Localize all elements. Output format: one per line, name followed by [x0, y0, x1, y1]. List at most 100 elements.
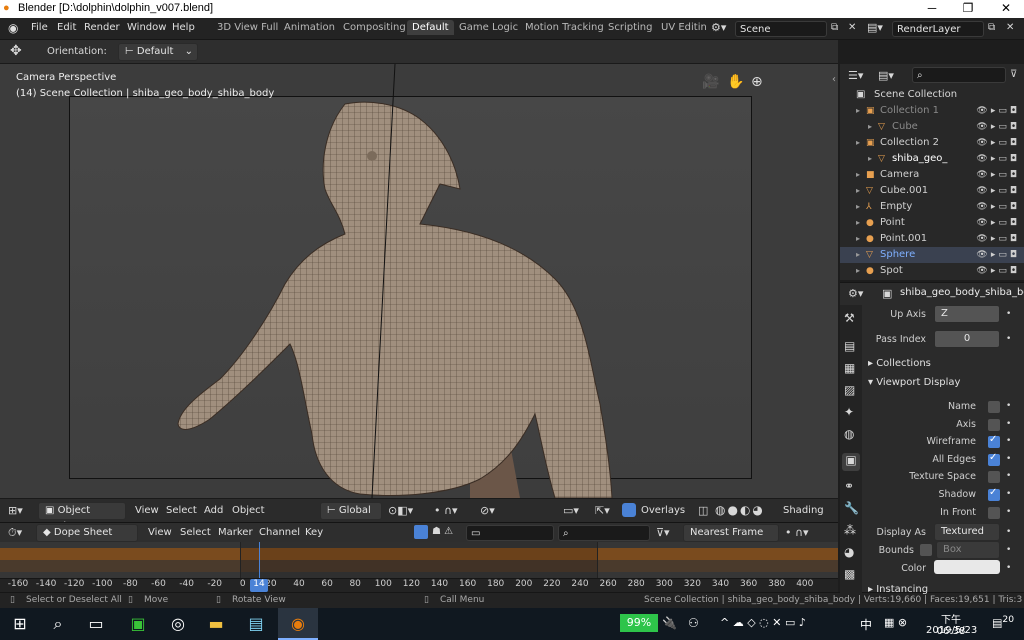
color-anim-icon[interactable]: •	[1006, 563, 1011, 573]
tab-motion-tracking[interactable]: Motion Tracking	[525, 22, 604, 33]
tab-scripting[interactable]: Scripting	[608, 22, 652, 33]
checkbox-anim-icon[interactable]: •	[1006, 489, 1011, 499]
instancing-panel-header[interactable]: ▸ Instancing	[868, 584, 928, 595]
checkbox-anim-icon[interactable]: •	[1006, 401, 1011, 411]
object-tab-icon[interactable]: ▣	[842, 453, 860, 471]
viewport-side-arrow-icon[interactable]: ‹	[832, 74, 836, 85]
output-tab-icon[interactable]: ▦	[844, 361, 855, 375]
snap-mode-dropdown[interactable]: Nearest Frame	[683, 524, 779, 542]
transform-orientation-dropdown[interactable]: ⊢ Global	[320, 502, 382, 520]
tab-compositing[interactable]: Compositing	[343, 22, 406, 33]
checkbox-anim-icon[interactable]: •	[1006, 454, 1011, 464]
modifier-tab-icon[interactable]: 🔧	[844, 501, 859, 515]
shading-modes-icon[interactable]: ◍●◐◕	[715, 503, 765, 517]
expand-arrow-icon[interactable]: ▸	[856, 135, 860, 151]
outliner-item[interactable]: ▸ ▽ Sphere 👁▸▭◘	[840, 247, 1024, 263]
color-swatch[interactable]	[934, 560, 1000, 574]
notification-icon[interactable]: ▤20	[992, 614, 1014, 630]
visibility-toggles-icon[interactable]: 👁▸▭◘	[976, 167, 1020, 183]
dope-menu-key[interactable]: Key	[305, 527, 323, 538]
scene-remove-icon[interactable]: ✕	[848, 22, 856, 33]
expand-arrow-icon[interactable]: ▸	[856, 103, 860, 119]
dope-menu-channel[interactable]: Channel	[259, 527, 300, 538]
outliner-item[interactable]: ▸ ▽ shiba_geo_ 👁▸▭◘	[840, 151, 1024, 167]
pass-index-field[interactable]: 0	[934, 330, 1000, 348]
timeline-ruler[interactable]: -160 -140 -120 -100 -80 -60 -40 -20 0 20 40 60 80 100…	[0, 578, 838, 592]
tab-animation[interactable]: Animation	[284, 22, 335, 33]
display-checkbox[interactable]	[988, 487, 1000, 501]
view-layer-tab-icon[interactable]: ▨	[844, 383, 855, 397]
outliner-item[interactable]: ▸ ● Spot 👁▸▭◘	[840, 263, 1024, 279]
menu-render[interactable]: Render	[84, 22, 120, 33]
viewport-display-panel-header[interactable]: ▾ Viewport Display	[868, 377, 960, 388]
scene-tab-icon[interactable]: ✦	[844, 405, 854, 419]
dope-editor-icon[interactable]: ⏱▾	[8, 526, 22, 540]
tab-3d-view-full[interactable]: 3D View Full	[217, 22, 278, 33]
expand-arrow-icon[interactable]: ▸	[856, 167, 860, 183]
expand-arrow-icon[interactable]: ▸	[868, 119, 872, 135]
display-checkbox[interactable]	[988, 434, 1000, 449]
windows-start-icon[interactable]: ⊞	[0, 608, 40, 640]
vp-menu-add[interactable]: Add	[204, 505, 223, 516]
render-layer-icon[interactable]: ▤▾	[867, 21, 883, 34]
visibility-toggles-icon[interactable]: 👁▸▭◘	[976, 135, 1020, 151]
expand-arrow-icon[interactable]: ▸	[856, 183, 860, 199]
taskbar-search-icon[interactable]: ⌕	[38, 608, 78, 640]
dope-menu-marker[interactable]: Marker	[218, 527, 253, 538]
display-as-dropdown[interactable]: Textured	[934, 523, 1000, 541]
ime-indicator[interactable]: 中	[860, 616, 872, 633]
xray-icon[interactable]: ◫	[698, 504, 708, 517]
visibility-toggles-icon[interactable]: 👁▸▭◘	[976, 263, 1020, 279]
vp-menu-view[interactable]: View	[135, 505, 159, 516]
dope-search-field[interactable]: ⌕	[558, 525, 650, 541]
scene-copy-icon[interactable]: ⧉	[831, 22, 838, 33]
dope-menu-select[interactable]: Select	[180, 527, 211, 538]
outliner-item[interactable]: ▸ ● Point 👁▸▭◘	[840, 215, 1024, 231]
outliner-scene-collection[interactable]: ▣ Scene Collection	[840, 87, 1024, 103]
dope-sheet-body[interactable]	[0, 542, 838, 578]
overlays-label[interactable]: Overlays	[641, 505, 685, 516]
display-checkbox[interactable]	[988, 506, 1000, 519]
expand-arrow-icon[interactable]: ▸	[856, 199, 860, 215]
zoom-icon[interactable]: ⊕	[751, 74, 763, 90]
display-checkbox[interactable]	[988, 452, 1000, 466]
pivot-icon[interactable]: ⊙◧▾	[388, 504, 413, 517]
orientation-dropdown[interactable]: ⊢ Default ⌄	[118, 43, 198, 61]
file-explorer-icon[interactable]: ▬	[196, 608, 236, 640]
blender-menu-icon[interactable]: ◉	[8, 21, 18, 35]
visibility-toggles-icon[interactable]: 👁▸▭◘	[976, 103, 1020, 119]
visibility-toggles-icon[interactable]: 👁▸▭◘	[976, 119, 1020, 135]
up-axis-anim-icon[interactable]: •	[1006, 309, 1011, 319]
expand-arrow-icon[interactable]: ▸	[856, 263, 860, 279]
outliner-item[interactable]: ▸ ■ Camera 👁▸▭◘	[840, 167, 1024, 183]
vp-menu-select[interactable]: Select	[166, 505, 197, 516]
outliner-item[interactable]: ▸ ▽ Cube 👁▸▭◘	[840, 119, 1024, 135]
bounds-anim-icon[interactable]: •	[1006, 545, 1011, 555]
menu-edit[interactable]: Edit	[57, 22, 76, 33]
proportional-icon[interactable]: • ∩▾	[785, 526, 809, 539]
outliner-item[interactable]: ▸ ▣ Collection 1 👁▸▭◘	[840, 103, 1024, 119]
outliner-editor-icon[interactable]: ☰▾	[848, 69, 863, 82]
outliner-filter-icon[interactable]: ⊽	[1010, 69, 1017, 80]
notepad-app-icon[interactable]: ▤	[236, 608, 276, 640]
dope-mode-dropdown[interactable]: ◆ Dope Sheet	[36, 524, 138, 542]
display-checkbox[interactable]	[988, 471, 1000, 484]
properties-editor-icon[interactable]: ⚙▾	[848, 287, 863, 300]
checkbox-anim-icon[interactable]: •	[1006, 436, 1011, 446]
task-view-icon[interactable]: ▭	[76, 608, 116, 640]
tab-uv-editing[interactable]: UV Editin	[661, 22, 707, 33]
display-as-anim-icon[interactable]: •	[1006, 527, 1011, 537]
constraints-tab-icon[interactable]: ⚭	[844, 479, 854, 493]
pass-index-anim-icon[interactable]: •	[1006, 334, 1011, 344]
outliner-item[interactable]: ▸ ▽ Cube.001 👁▸▭◘	[840, 183, 1024, 199]
current-frame-indicator[interactable]: 14	[250, 579, 268, 592]
close-button[interactable]: ✕	[988, 0, 1024, 18]
only-selected-icon[interactable]	[414, 525, 428, 539]
pan-hand-icon[interactable]: ✋	[727, 74, 744, 90]
scene-field[interactable]: Scene	[735, 21, 827, 37]
outliner-search-field[interactable]: ⌕	[912, 67, 1006, 83]
visibility-toggles-icon[interactable]: 👁▸▭◘	[976, 231, 1020, 247]
blender-taskbar-icon[interactable]: ◉	[278, 608, 318, 640]
visibility-toggles-icon[interactable]: 👁▸▭◘	[976, 215, 1020, 231]
minimize-button[interactable]: ─	[914, 0, 950, 18]
